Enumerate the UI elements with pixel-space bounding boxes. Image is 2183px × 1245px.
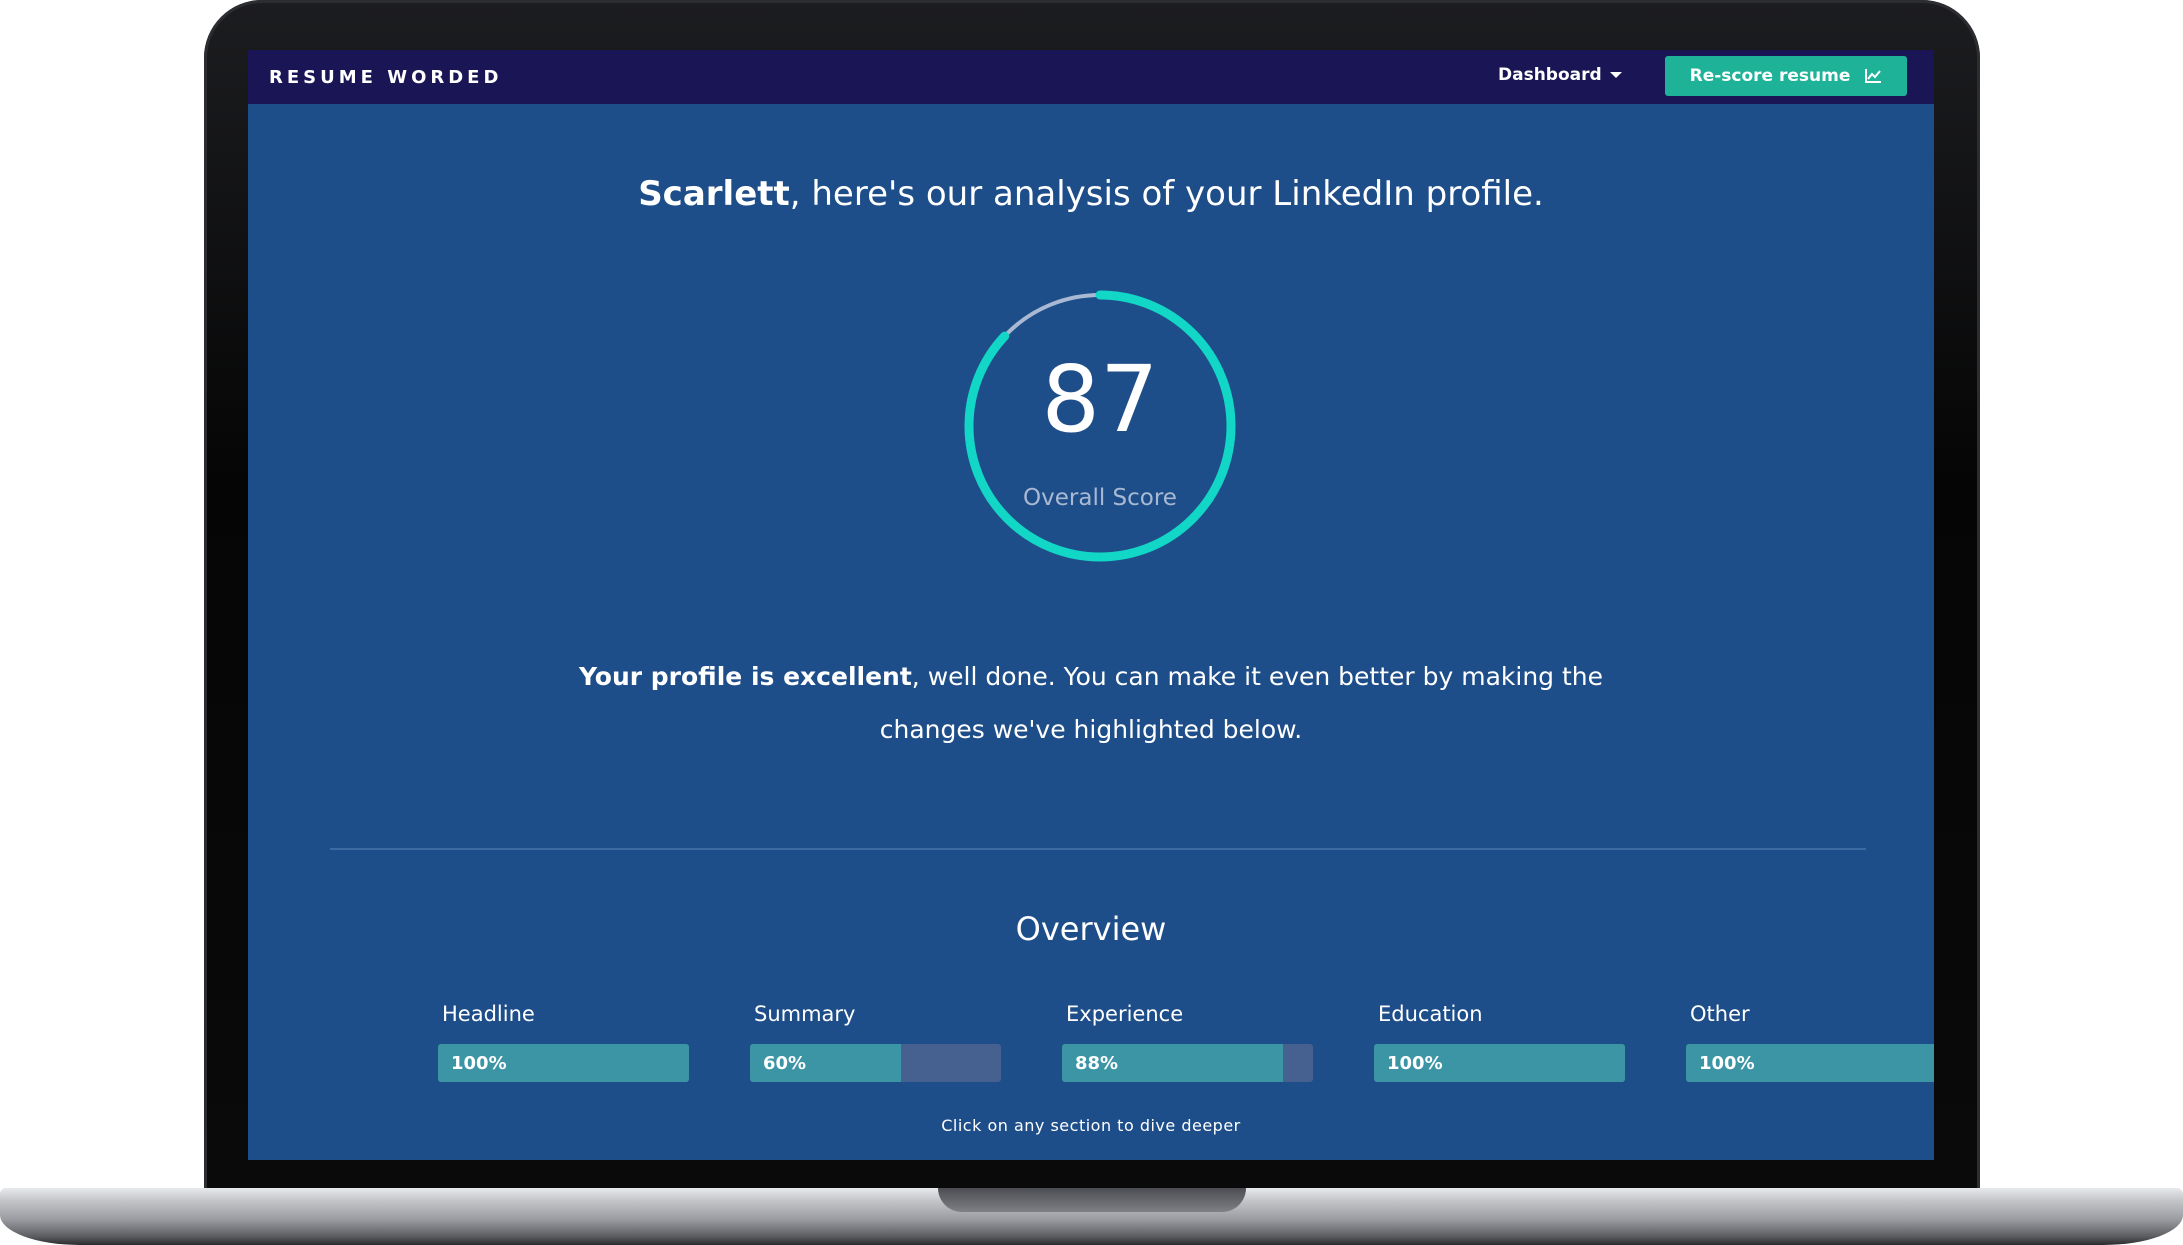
section-label: Summary: [754, 1002, 856, 1026]
section-label: Headline: [442, 1002, 535, 1026]
overall-score-label: Overall Score: [1023, 485, 1177, 511]
section-other[interactable]: Other 100%: [1686, 1002, 1934, 1082]
section-summary[interactable]: Summary 60%: [750, 1002, 1001, 1082]
summary-line-1: Your profile is excellent, well done. Yo…: [248, 650, 1934, 703]
progress-bar: 100%: [438, 1044, 689, 1082]
progress-value: 60%: [763, 1053, 807, 1074]
page-heading: Scarlett, here's our analysis of your Li…: [248, 174, 1934, 214]
dashboard-dropdown[interactable]: Dashboard: [1498, 65, 1622, 85]
overall-score-value: 87: [1041, 346, 1159, 453]
progress-value: 100%: [1699, 1053, 1755, 1074]
brand-logo[interactable]: RESUME WORDED: [269, 67, 502, 88]
line-chart-icon: [1865, 69, 1882, 83]
divider: [330, 848, 1866, 850]
progress-value: 100%: [1387, 1053, 1443, 1074]
dive-deeper-hint: Click on any section to dive deeper: [941, 1116, 1241, 1135]
section-education[interactable]: Education 100%: [1374, 1002, 1625, 1082]
section-label: Education: [1378, 1002, 1483, 1026]
section-experience[interactable]: Experience 88%: [1062, 1002, 1313, 1082]
progress-value: 100%: [451, 1053, 507, 1074]
section-headline[interactable]: Headline 100%: [438, 1002, 689, 1082]
summary-bold: Your profile is excellent: [578, 662, 912, 691]
rescore-label: Re-score resume: [1689, 66, 1851, 86]
summary-text: Your profile is excellent, well done. Yo…: [248, 650, 1934, 756]
overview-title: Overview: [1015, 910, 1167, 948]
summary-line-1-rest: , well done. You can make it even better…: [911, 662, 1604, 691]
section-label: Experience: [1066, 1002, 1184, 1026]
heading-rest: , here's our analysis of your LinkedIn p…: [789, 174, 1544, 214]
top-navbar: RESUME WORDED Dashboard Re-score resume: [248, 50, 1934, 104]
progress-value: 88%: [1075, 1053, 1119, 1074]
laptop-notch: [938, 1188, 1246, 1212]
progress-bar: 60%: [750, 1044, 1001, 1082]
rescore-button[interactable]: Re-score resume: [1665, 56, 1907, 96]
user-name: Scarlett: [638, 174, 790, 214]
app-screen: RESUME WORDED Dashboard Re-score resume …: [248, 50, 1934, 1160]
dashboard-label: Dashboard: [1498, 65, 1602, 85]
caret-down-icon: [1609, 72, 1622, 78]
progress-bar: 100%: [1374, 1044, 1625, 1082]
summary-line-2: changes we've highlighted below.: [879, 715, 1303, 744]
section-label: Other: [1690, 1002, 1750, 1026]
progress-bar: 88%: [1062, 1044, 1313, 1082]
progress-bar: 100%: [1686, 1044, 1934, 1082]
